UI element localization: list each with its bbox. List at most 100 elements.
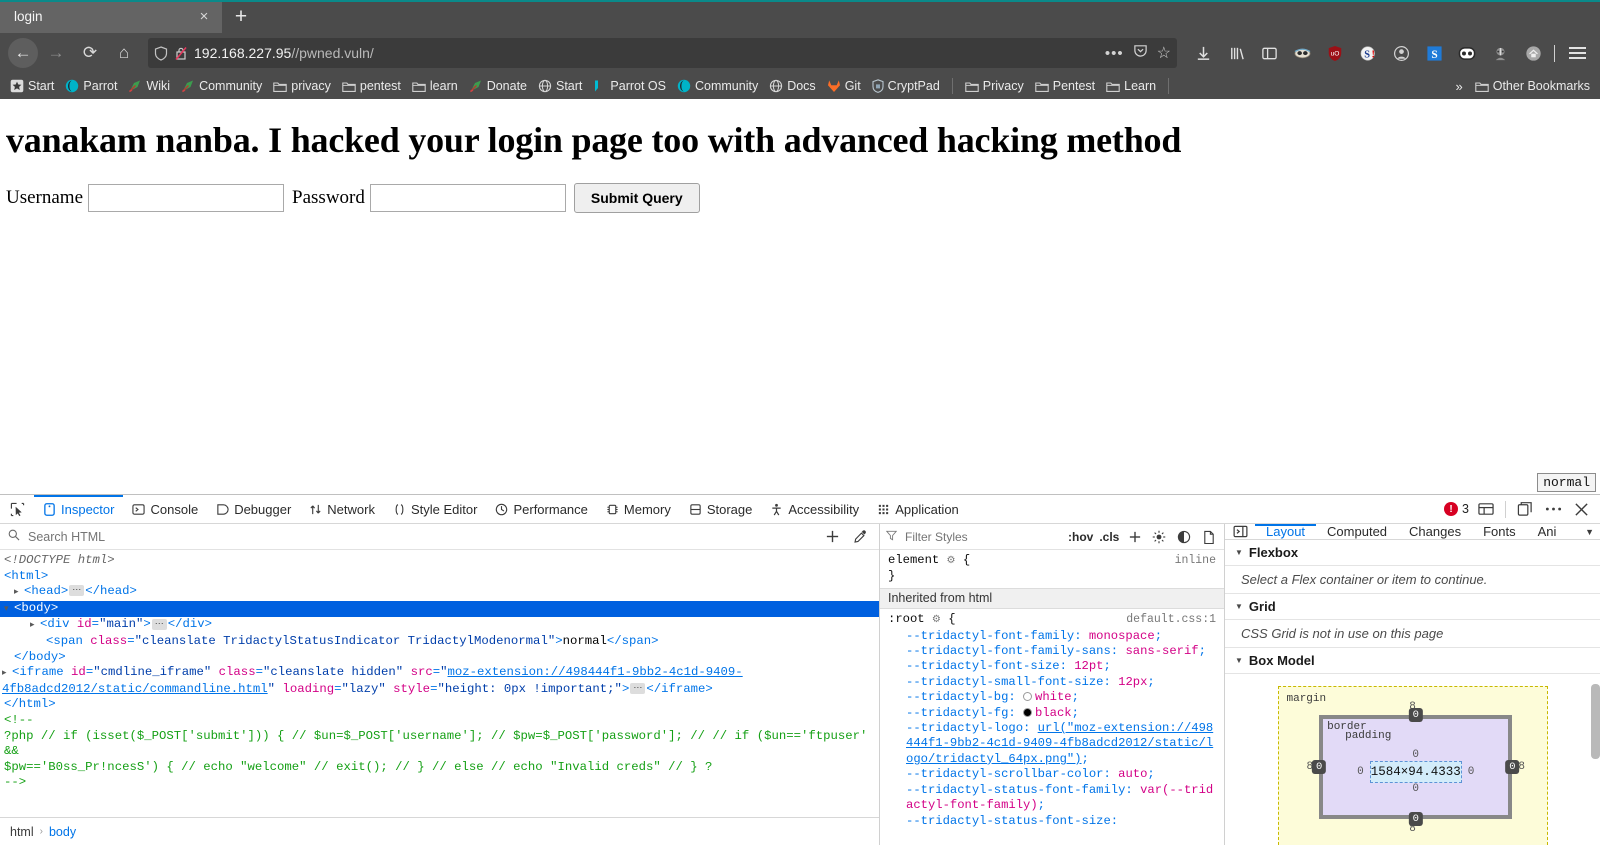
browser-tab[interactable]: login ×	[0, 0, 222, 33]
bookmark-item[interactable]: Parrot OS	[588, 77, 671, 95]
detach-devtools-icon[interactable]	[1514, 498, 1536, 520]
home-gray-extension-icon[interactable]	[1519, 39, 1547, 67]
home-icon[interactable]: ⌂	[108, 38, 140, 68]
tab-console[interactable]: Console	[123, 495, 207, 523]
box-model-border[interactable]: border 0 0 0 0 padding 0 0 1584×94.4333 …	[1311, 708, 1520, 826]
tab-accessibility[interactable]: Accessibility	[761, 495, 868, 523]
rule-gear-icon[interactable]: ⚙	[932, 613, 941, 628]
close-tab-icon[interactable]: ×	[194, 7, 214, 27]
border-top-value[interactable]: 0	[1408, 708, 1423, 722]
bookmark-item[interactable]: Community	[176, 77, 267, 95]
rule-selector[interactable]: :root	[888, 612, 925, 626]
submit-query-button[interactable]: Submit Query	[573, 183, 700, 213]
margin-right-value[interactable]: 8	[1518, 761, 1525, 773]
eyedropper-icon[interactable]	[849, 526, 871, 548]
responsive-design-mode-icon[interactable]	[1475, 498, 1497, 520]
tab-inspector[interactable]: Inspector	[34, 495, 124, 523]
border-bottom-value[interactable]: 0	[1408, 812, 1423, 826]
bookmark-item[interactable]: learn	[407, 78, 463, 95]
color-swatch-black[interactable]	[1023, 707, 1033, 717]
css-declaration[interactable]: --tridactyl-scrollbar-color: auto;	[888, 767, 1216, 782]
rule-selector[interactable]: element	[888, 553, 939, 567]
bookmark-item[interactable]: privacy	[268, 78, 336, 95]
dark-reader-icon[interactable]	[1453, 39, 1481, 67]
library-icon[interactable]	[1222, 39, 1250, 67]
section-grid-header[interactable]: ▼ Grid	[1225, 594, 1600, 620]
tab-animations[interactable]: Ani	[1527, 524, 1568, 539]
padding-left-value[interactable]: 0	[1357, 766, 1364, 778]
collapsed-children-icon[interactable]: ⋯	[151, 618, 167, 630]
markup-line-comment-close[interactable]: -->	[0, 775, 879, 791]
shield-icon[interactable]	[154, 45, 168, 61]
rule-root[interactable]: :root ⚙ { default.css:1 --tridactyl-font…	[880, 612, 1224, 829]
username-input[interactable]	[88, 184, 285, 212]
markup-line-div-main[interactable]: ▸ <div id="main"> ⋯ </div>	[0, 617, 879, 634]
markup-line-doctype[interactable]: <!DOCTYPE html>	[0, 553, 879, 569]
bookmark-item[interactable]: Docs	[764, 77, 820, 95]
layout-pane-scrollbar[interactable]	[1591, 684, 1600, 759]
bookmarks-overflow-icon[interactable]: »	[1450, 79, 1469, 94]
color-swatch-white[interactable]	[1023, 692, 1033, 702]
url-text[interactable]: 192.168.227.95//pwned.vuln/	[194, 45, 1099, 61]
breadcrumb-item-html[interactable]: html	[10, 825, 34, 839]
filter-styles-input[interactable]	[903, 528, 1062, 545]
tab-style-editor[interactable]: Style Editor	[384, 495, 486, 523]
tab-fonts[interactable]: Fonts	[1472, 524, 1527, 539]
box-model-margin[interactable]: margin 8 8 border 0 0 0 0 padding 0 0 15…	[1277, 686, 1548, 845]
sysinternals-s-icon[interactable]: S!	[1354, 39, 1382, 67]
tab-network[interactable]: Network	[300, 495, 384, 523]
padding-bottom-value[interactable]: 0	[1412, 783, 1419, 795]
rule-element-inline[interactable]: element ⚙ { inline }	[880, 553, 1224, 585]
pocket-icon[interactable]	[1133, 43, 1148, 63]
css-declaration[interactable]: --tridactyl-font-size: 12pt;	[888, 659, 1216, 674]
close-devtools-icon[interactable]	[1570, 498, 1592, 520]
more-tabs-chevron-icon[interactable]: ▼	[1579, 524, 1600, 539]
markup-line-body-selected[interactable]: ▾ <body>	[0, 600, 879, 618]
account-icon[interactable]	[1387, 39, 1415, 67]
tab-memory[interactable]: Memory	[597, 495, 680, 523]
css-declaration[interactable]: --tridactyl-fg: black;	[888, 706, 1216, 721]
rule-source[interactable]: default.css:1	[1126, 612, 1216, 627]
css-declaration[interactable]: --tridactyl-font-family-sans: sans-serif…	[888, 644, 1216, 659]
reload-icon[interactable]: ⟳	[74, 38, 106, 68]
padding-top-value[interactable]: 0	[1412, 749, 1419, 761]
add-node-icon[interactable]	[821, 526, 843, 548]
expand-arrow-icon[interactable]: ▸	[14, 585, 24, 601]
forward-icon[interactable]: →	[40, 38, 72, 68]
section-flexbox-header[interactable]: ▼ Flexbox	[1225, 540, 1600, 566]
dark-color-scheme-icon[interactable]	[1175, 527, 1194, 547]
markup-line-html[interactable]: <html>	[0, 569, 879, 585]
other-bookmarks-folder[interactable]: Other Bookmarks	[1470, 78, 1595, 95]
padding-right-value[interactable]: 0	[1468, 766, 1475, 778]
new-tab-button[interactable]: +	[222, 0, 260, 33]
light-color-scheme-icon[interactable]	[1150, 527, 1169, 547]
markup-line-comment-body[interactable]: ?php // if (isset($_POST['submit'])) { /…	[0, 729, 879, 776]
markup-line-html-close[interactable]: </html>	[0, 697, 879, 713]
markup-line-iframe[interactable]: ▸ <iframe id="cmdline_iframe" class="clea…	[0, 665, 879, 697]
add-rule-icon[interactable]	[1125, 527, 1144, 547]
markup-line-comment-open[interactable]: <!--	[0, 713, 879, 729]
bookmark-item[interactable]: Pentest	[1030, 78, 1100, 95]
box-model-padding[interactable]: padding 0 0 1584×94.4333 0 0	[1343, 730, 1488, 804]
page-actions-icon[interactable]: •••	[1105, 45, 1124, 62]
css-declaration[interactable]: --tridactyl-font-family: monospace;	[888, 629, 1216, 644]
bookmark-item[interactable]: Community	[672, 77, 763, 95]
back-icon[interactable]: ←	[8, 38, 38, 68]
expand-pane-icon[interactable]	[1225, 524, 1255, 539]
bookmark-item[interactable]: Git	[822, 77, 866, 95]
bookmark-item[interactable]: Learn	[1101, 78, 1161, 95]
sidebar-icon[interactable]	[1255, 39, 1283, 67]
tab-application[interactable]: Application	[868, 495, 968, 523]
bookmark-star-icon[interactable]: ☆	[1157, 43, 1171, 63]
css-declaration[interactable]: --tridactyl-status-font-family: var(--tr…	[888, 783, 1216, 814]
expand-arrow-icon[interactable]: ▸	[30, 618, 40, 634]
broken-lock-icon[interactable]	[174, 46, 188, 61]
bookmark-item[interactable]: Privacy	[960, 78, 1029, 95]
markup-line-span-status[interactable]: <span class="cleanslate TridactylStatusI…	[0, 634, 879, 650]
css-declaration-logo[interactable]: --tridactyl-logo: url("moz-extension://4…	[888, 721, 1216, 767]
collapse-arrow-icon[interactable]: ▾	[4, 602, 14, 618]
rule-source[interactable]: inline	[1175, 553, 1216, 568]
element-picker-icon[interactable]	[0, 495, 34, 523]
css-declaration[interactable]: --tridactyl-small-font-size: 12px;	[888, 675, 1216, 690]
error-count-badge[interactable]: ! 3	[1444, 502, 1469, 516]
